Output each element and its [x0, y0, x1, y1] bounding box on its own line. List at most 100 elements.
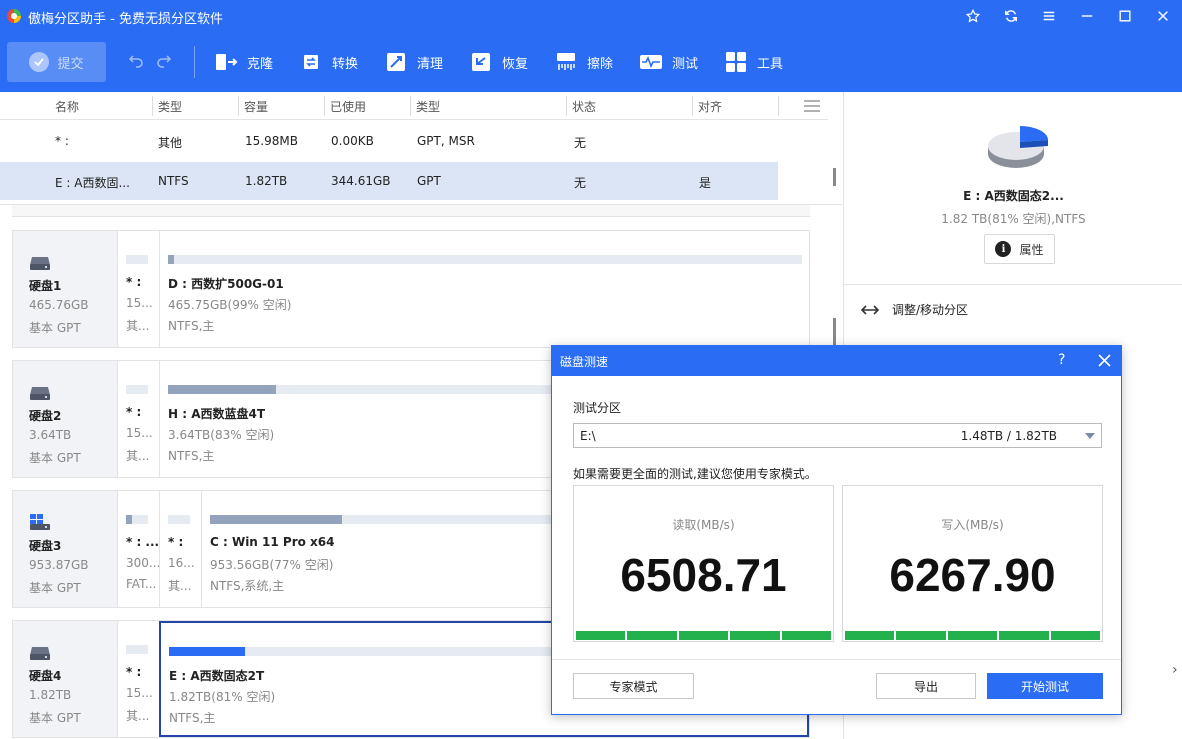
- header-fs[interactable]: 类型: [416, 98, 440, 115]
- header-status[interactable]: 状态: [572, 98, 596, 115]
- header-capacity[interactable]: 容量: [244, 98, 268, 115]
- submit-label: 提交: [57, 56, 84, 72]
- partition-name: * :: [126, 405, 142, 419]
- star-button[interactable]: [954, 0, 992, 32]
- clean-icon: [387, 53, 405, 71]
- maximize-button[interactable]: [1106, 0, 1144, 32]
- redo-icon[interactable]: [156, 52, 172, 68]
- disk-type: 基本 GPT: [29, 581, 81, 595]
- close-dialog-icon[interactable]: [1098, 354, 1111, 367]
- partition-block[interactable]: * : ... 300... FAT...: [117, 491, 161, 607]
- properties-button[interactable]: i 属性: [984, 234, 1055, 264]
- partition-block[interactable]: D : 西数扩500G-01 465.75GB(99% 空闲) NTFS,主: [159, 231, 809, 347]
- partition-fs: FAT...: [126, 577, 157, 591]
- partition-detail: 15...: [126, 296, 153, 310]
- window-controls: [954, 0, 1182, 32]
- meter-segment: [845, 631, 895, 640]
- disk-card-partial: [12, 205, 810, 217]
- usage-bar: [168, 255, 802, 264]
- meter-segment: [781, 631, 832, 640]
- partition-detail: 16...: [168, 556, 195, 570]
- toolbar-separator: [194, 46, 195, 78]
- disk-name: 硬盘1: [29, 279, 62, 293]
- partition-fs: 其...: [126, 709, 150, 723]
- partition-detail: 3.64TB(83% 空闲): [168, 428, 275, 442]
- partition-fs: NTFS,主: [168, 319, 215, 333]
- disk-info[interactable]: 硬盘2 3.64TB 基本 GPT: [13, 361, 117, 477]
- partition-block[interactable]: * : 15... 其...: [117, 621, 159, 737]
- partition-fs: 其...: [126, 319, 150, 333]
- tools-label: 工具: [757, 56, 784, 72]
- menu-button[interactable]: [1030, 0, 1068, 32]
- clone-icon: [216, 54, 238, 70]
- disk-type: 基本 GPT: [29, 451, 81, 465]
- usage-bar: [169, 647, 569, 656]
- tools-button[interactable]: 工具: [723, 46, 808, 78]
- header-divider: [238, 96, 239, 116]
- wipe-button[interactable]: 擦除: [553, 46, 638, 78]
- header-type[interactable]: 类型: [158, 98, 182, 115]
- partition-select-value: E:\: [580, 429, 596, 443]
- export-button[interactable]: 导出: [876, 673, 976, 699]
- clean-button[interactable]: 清理: [383, 46, 468, 78]
- header-align[interactable]: 对齐: [698, 98, 722, 115]
- table-scrollbar[interactable]: [833, 168, 836, 186]
- partition-fs: 其...: [126, 449, 150, 463]
- dialog-separator: [552, 659, 1121, 660]
- resize-icon: [860, 304, 880, 315]
- top-bar: 傲梅分区助手 - 免费无损分区软件 提交 克隆 转换 清理 恢复 擦除 测试 工…: [0, 0, 1182, 92]
- refresh-button[interactable]: [992, 0, 1030, 32]
- header-name[interactable]: 名称: [55, 98, 79, 115]
- table-row[interactable]: * : 其他 15.98MB 0.00KB GPT, MSR 无: [0, 122, 778, 160]
- expert-mode-button[interactable]: 专家模式: [573, 673, 694, 699]
- cell-align: 是: [699, 176, 712, 190]
- cell-capacity: 1.82TB: [245, 174, 288, 188]
- info-icon: i: [995, 241, 1012, 257]
- partition-block[interactable]: * : 15... 其...: [117, 231, 159, 347]
- undo-icon[interactable]: [128, 52, 144, 68]
- table-header: 名称 类型 容量 已使用 类型 状态 对齐: [0, 92, 828, 120]
- column-settings-icon[interactable]: [803, 98, 821, 114]
- help-button[interactable]: ?: [1058, 352, 1065, 368]
- partition-block[interactable]: * : 16... 其...: [159, 491, 201, 607]
- partition-detail: 465.75GB(99% 空闲): [168, 298, 292, 312]
- recover-button[interactable]: 恢复: [468, 46, 553, 78]
- partition-select[interactable]: E:\ 1.48TB / 1.82TB: [573, 423, 1102, 448]
- start-test-button[interactable]: 开始测试: [987, 673, 1103, 699]
- cell-capacity: 15.98MB: [245, 134, 298, 148]
- meter-segment: [1050, 631, 1101, 640]
- disk-info[interactable]: 硬盘4 1.82TB 基本 GPT: [13, 621, 117, 737]
- disk-type: 基本 GPT: [29, 321, 81, 335]
- clone-label: 克隆: [247, 56, 274, 72]
- hard-disk-icon: [30, 387, 50, 400]
- close-window-button[interactable]: [1144, 0, 1182, 32]
- partition-detail: 15...: [126, 686, 153, 700]
- partition-fs: NTFS,主: [168, 449, 215, 463]
- table-row-selected[interactable]: E : A西数固... NTFS 1.82TB 344.61GB GPT 无 是: [0, 162, 778, 200]
- meter-segment: [678, 631, 729, 640]
- minimize-button[interactable]: [1068, 0, 1106, 32]
- disk-info[interactable]: 硬盘3 953.87GB 基本 GPT: [13, 491, 117, 607]
- maximize-icon: [1119, 10, 1131, 22]
- partition-detail: 1.82TB(81% 空闲): [169, 690, 276, 704]
- partition-name: * : ...: [126, 535, 160, 549]
- partition-name: D : 西数扩500G-01: [168, 277, 284, 291]
- convert-button[interactable]: 转换: [298, 46, 383, 78]
- disk-info[interactable]: 硬盘1 465.76GB 基本 GPT: [13, 231, 117, 347]
- write-speed-value: 6267.90: [889, 549, 1056, 601]
- header-divider: [410, 96, 411, 116]
- partition-pie-icon: [988, 126, 1048, 168]
- undo-redo-group: [128, 52, 172, 68]
- clone-button[interactable]: 克隆: [213, 46, 298, 78]
- header-divider: [778, 96, 779, 116]
- partition-detail: 300...: [126, 556, 161, 570]
- chevron-right-icon[interactable]: ›: [1172, 662, 1178, 678]
- test-button[interactable]: 测试: [638, 46, 723, 78]
- partition-block[interactable]: * : 15... 其...: [117, 361, 159, 477]
- header-used[interactable]: 已使用: [330, 98, 366, 115]
- resize-move-action[interactable]: 调整/移动分区: [860, 301, 968, 318]
- submit-button[interactable]: 提交: [7, 42, 106, 82]
- wipe-icon: [557, 53, 575, 70]
- cell-type: NTFS: [158, 174, 189, 188]
- disk-map-scrollbar[interactable]: [833, 318, 836, 346]
